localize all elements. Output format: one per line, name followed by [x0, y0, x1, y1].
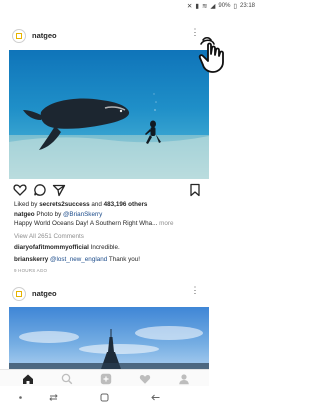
- profile-icon[interactable]: [178, 373, 190, 385]
- status-icons: ✕ ▮ ≋ ◢ 90% ▯ 23:18: [187, 2, 255, 10]
- post-timestamp: 9 HOURS AGO: [14, 268, 48, 273]
- notification-icon: ▮: [195, 3, 199, 10]
- bookmark-icon[interactable]: [188, 183, 202, 197]
- likes-mid: and: [89, 201, 104, 208]
- post-image[interactable]: [9, 50, 209, 179]
- heart-icon[interactable]: [13, 183, 27, 197]
- home-button-icon[interactable]: [99, 392, 110, 403]
- avatar[interactable]: [12, 287, 26, 301]
- avatar[interactable]: [12, 29, 26, 43]
- battery-level: 90%: [218, 3, 231, 9]
- comment-mention[interactable]: @lost_new_england: [48, 256, 107, 263]
- tap-hand-cursor-icon: [198, 36, 224, 73]
- likes-line: Liked by secrets2success and 483,196 oth…: [14, 201, 147, 208]
- caption-text-line: Happy World Oceans Day! A Southern Right…: [14, 220, 209, 227]
- search-icon[interactable]: [61, 373, 73, 385]
- natgeo-logo-icon: [16, 33, 22, 39]
- comment-text: Incredible.: [88, 244, 120, 251]
- add-post-icon[interactable]: [100, 373, 112, 385]
- post-header: natgeo ⋮: [0, 283, 209, 305]
- comment-text: Thank you!: [107, 256, 141, 263]
- post-username[interactable]: natgeo: [32, 31, 57, 40]
- recent-apps-icon[interactable]: [48, 392, 59, 403]
- comment-username[interactable]: brianskerry: [14, 256, 48, 263]
- clock: 23:18: [239, 3, 255, 9]
- battery-icon: ▯: [233, 3, 237, 10]
- comment-item: brianskerry @lost_new_england Thank you!: [14, 256, 140, 263]
- activity-heart-icon[interactable]: [139, 373, 151, 385]
- post-image[interactable]: [9, 307, 209, 369]
- natgeo-logo-icon: [16, 291, 22, 297]
- action-row: [0, 181, 209, 199]
- signal-icon: ◢: [210, 3, 216, 10]
- caption-line: natgeo Photo by @BrianSkerry: [14, 211, 102, 218]
- more-options-icon[interactable]: ⋮: [190, 286, 200, 295]
- comment-item: diaryofafitmommyofficial Incredible.: [14, 244, 120, 251]
- whale-photo: [9, 93, 209, 179]
- share-icon[interactable]: [52, 183, 66, 197]
- nav-dot-icon[interactable]: [15, 392, 26, 403]
- back-icon[interactable]: [150, 392, 161, 403]
- caption-mention[interactable]: @BrianSkerry: [63, 211, 102, 218]
- bottom-nav: [0, 369, 209, 386]
- view-all-comments-link[interactable]: View All 2651 Comments: [14, 233, 84, 240]
- home-icon[interactable]: [22, 373, 34, 385]
- post-header: natgeo ⋮: [0, 25, 209, 47]
- caption-more-link[interactable]: more: [159, 220, 173, 227]
- liked-by-user[interactable]: secrets2success: [39, 201, 89, 208]
- likes-count[interactable]: 483,196 others: [104, 201, 148, 208]
- status-bar: ✕ ▮ ≋ ◢ 90% ▯ 23:18: [0, 0, 261, 14]
- caption-text: Happy World Oceans Day! A Southern Right…: [14, 220, 158, 227]
- comment-icon[interactable]: [33, 183, 47, 197]
- mute-icon: ✕: [186, 3, 193, 10]
- eiffel-tower-photo: [9, 326, 209, 369]
- post-username[interactable]: natgeo: [32, 289, 57, 298]
- android-nav-bar: [0, 390, 209, 405]
- caption-photo-by: Photo by: [34, 211, 63, 218]
- caption-username[interactable]: natgeo: [14, 211, 35, 218]
- wifi-icon: ≋: [201, 3, 208, 10]
- comment-username[interactable]: diaryofafitmommyofficial: [14, 244, 89, 251]
- likes-prefix: Liked by: [14, 201, 40, 208]
